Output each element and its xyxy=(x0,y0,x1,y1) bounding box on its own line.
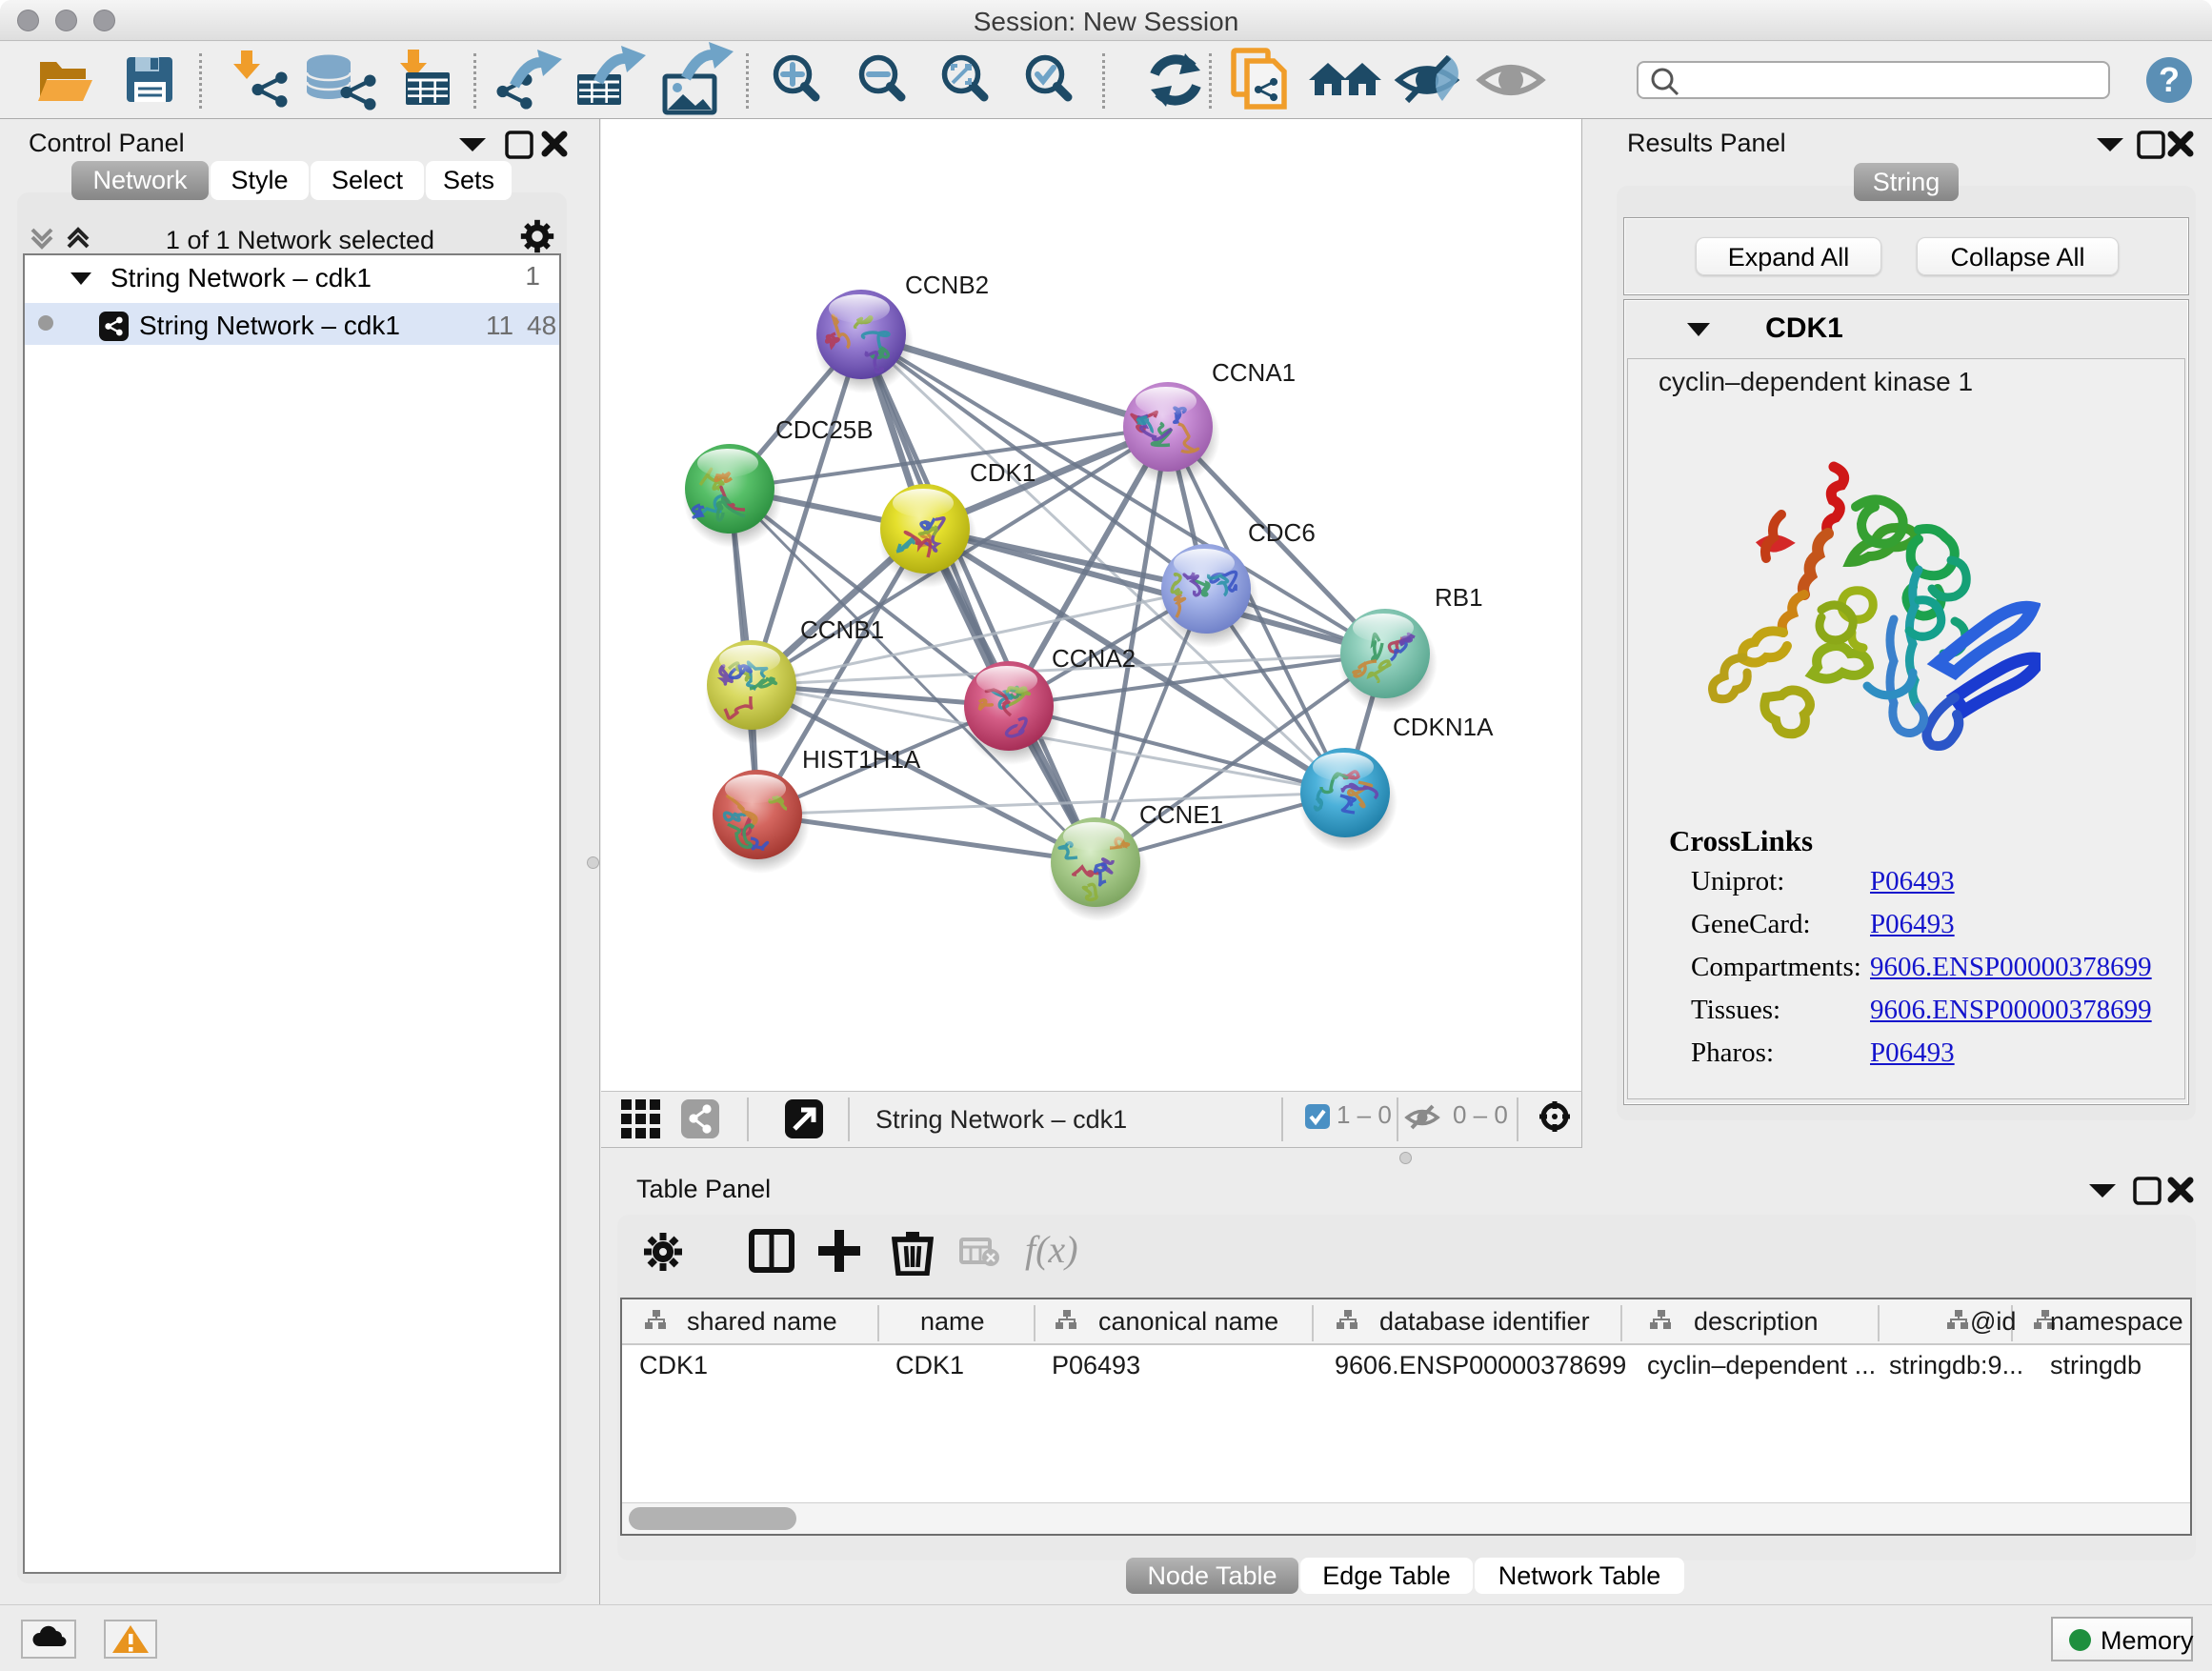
svg-text:CCNB2: CCNB2 xyxy=(905,271,989,299)
svg-text:CCNA2: CCNA2 xyxy=(1052,644,1136,673)
svg-text:RB1: RB1 xyxy=(1435,583,1483,612)
svg-text:CDC25B: CDC25B xyxy=(775,415,874,444)
svg-text:1 – 0: 1 – 0 xyxy=(1337,1100,1392,1129)
svg-text:CDC6: CDC6 xyxy=(1248,518,1316,547)
svg-text:CCNA1: CCNA1 xyxy=(1212,358,1296,387)
svg-text:CCNE1: CCNE1 xyxy=(1139,800,1223,829)
svg-text:CDK1: CDK1 xyxy=(970,458,1036,487)
svg-text:f(x): f(x) xyxy=(1025,1228,1078,1271)
svg-text:0 – 0: 0 – 0 xyxy=(1453,1100,1508,1129)
svg-text:HIST1H1A: HIST1H1A xyxy=(802,745,921,774)
svg-text:CCNB1: CCNB1 xyxy=(800,615,884,644)
svg-text:CDKN1A: CDKN1A xyxy=(1393,713,1494,741)
